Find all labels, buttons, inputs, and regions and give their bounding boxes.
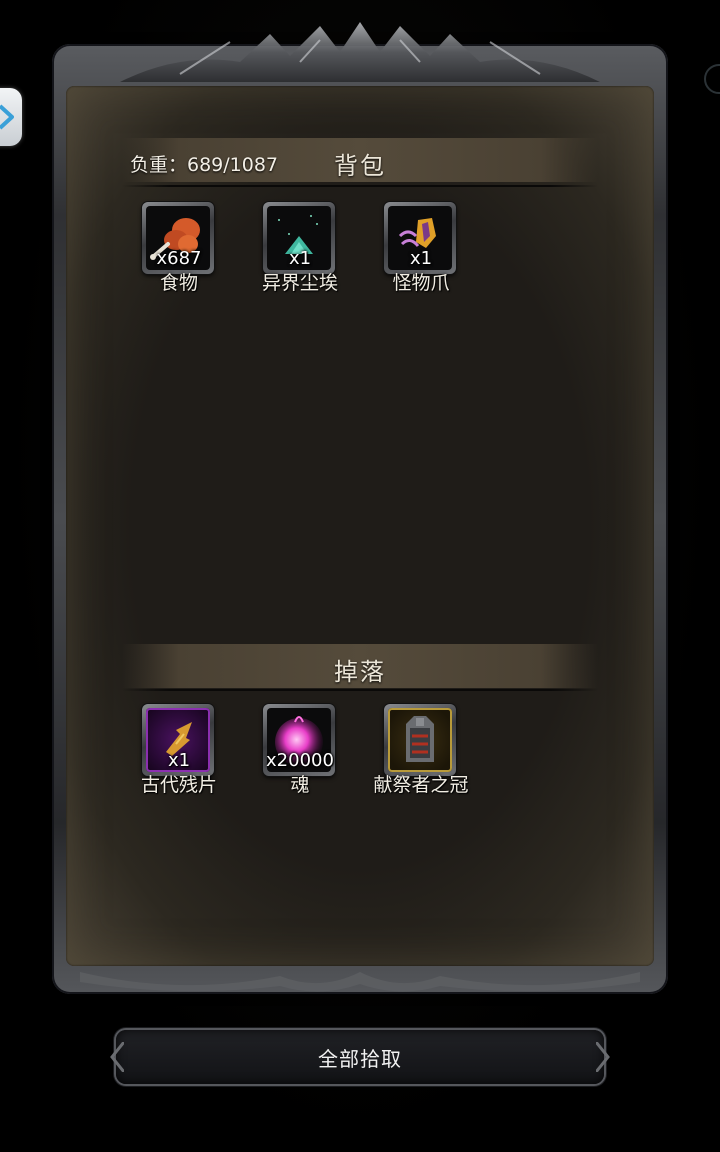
item-quantity: x1: [409, 248, 433, 269]
drop-item-soul[interactable]: x20000 魂: [250, 704, 350, 804]
button-left-ornament: [110, 1042, 124, 1072]
pick-all-button[interactable]: 全部拾取: [110, 1030, 610, 1084]
drops-title: 掉落: [334, 658, 386, 686]
item-name: 古代残片: [140, 774, 217, 796]
drop-item-sacrificer-crown[interactable]: 献祭者之冠: [371, 704, 471, 804]
item-name: 魂: [290, 774, 310, 796]
pick-all-label: 全部拾取: [318, 1046, 402, 1071]
item-quantity: x687: [156, 248, 202, 269]
item-quantity: x20000: [266, 750, 334, 771]
drops-header: 掉落: [122, 644, 598, 688]
item-name: 异界尘埃: [261, 272, 338, 294]
weight-capacity: 负重：689/1087: [130, 154, 279, 176]
inventory-item-monster-claw[interactable]: x1 怪物爪: [371, 202, 471, 302]
drops-divider: [122, 689, 598, 691]
drop-item-ancient-fragment[interactable]: x1 古代残片: [129, 704, 229, 804]
sacrificer-crown-icon: [406, 716, 434, 762]
inventory-item-otherworld-dust[interactable]: x1 异界尘埃: [250, 202, 350, 302]
button-right-ornament: [596, 1042, 610, 1072]
play-arrow-icon: [0, 104, 14, 130]
item-quantity: x1: [167, 750, 191, 771]
game-screen: 背包 负重：689/1087 x687 食物 x1 异界尘埃 x1 怪物爪 掉落…: [0, 0, 720, 1152]
item-name: 怪物爪: [392, 272, 450, 294]
item-slot: [384, 704, 456, 776]
inventory-item-food[interactable]: x687 食物: [129, 202, 229, 302]
edge-button[interactable]: [704, 64, 720, 94]
item-name: 献祭者之冠: [373, 774, 469, 796]
inventory-divider: [122, 185, 598, 187]
item-quantity: x1: [288, 248, 312, 269]
item-name: 食物: [159, 272, 198, 294]
side-menu-tab[interactable]: [0, 88, 22, 146]
